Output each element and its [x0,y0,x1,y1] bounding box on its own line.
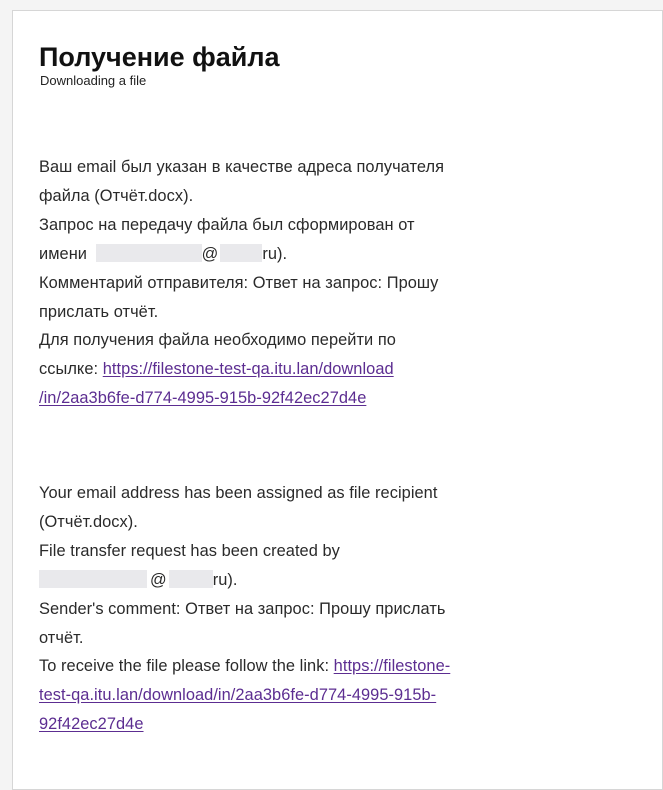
en-download-link[interactable]: https://filestone- [334,657,451,675]
en-download-link-end[interactable]: 92f42ec27d4e [39,715,144,733]
redacted-email-user [95,243,202,262]
en-line-instruction: To receive the file please follow the li… [39,652,649,681]
ru-download-link-cont[interactable]: /in/2aa3b6fe-d774-4995-915b-92f42ec27d4e [39,389,366,407]
en-line-recipient: Your email address has been assigned as … [39,484,438,502]
redacted-email-user [39,569,147,588]
email-body: Получение файла Downloading a file Ваш e… [39,41,649,733]
en-line-sender: @ ru). [39,566,649,595]
en-sender-suffix: ru). [212,570,238,589]
ru-line-comment: Комментарий отправителя: Ответ на запрос… [39,273,439,292]
ru-line-sender: имени @ ru). [39,240,649,269]
redacted-email-domain [220,243,263,262]
email-message-card: Получение файла Downloading a file Ваш e… [12,10,663,790]
ru-line-recipient: Ваш email был указан в качестве адреса п… [39,158,444,176]
ru-line-request: Запрос на передачу файла был сформирован… [39,215,415,234]
english-message: Your email address has been assigned as … [39,479,649,739]
ru-line-instruction: Для получения файла необходимо перейти п… [39,331,396,350]
en-line-comment: Sender's comment: Ответ на запрос: Прошу… [39,599,446,618]
ru-line-file: файла (Отчёт.docx). [39,186,194,205]
ru-link-prefix: ссылке: [39,360,99,379]
page-subtitle: Downloading a file [40,73,147,88]
page-title: Получение файла [39,42,280,72]
ru-line-link: ссылке: https://filestone-test-qa.itu.la… [39,355,649,384]
russian-message: Ваш email был указан в качестве адреса п… [39,153,649,413]
en-line-comment-cont: отчёт. [39,628,84,647]
en-link-prefix: To receive the file please follow the li… [39,657,330,676]
en-line-request: File transfer request has been created b… [39,541,340,560]
ru-download-link[interactable]: https://filestone-test-qa.itu.lan/downlo… [103,360,394,378]
ru-sender-at: @ [201,244,219,263]
en-sender-at: @ [150,570,167,589]
ru-line-comment-cont: прислать отчёт. [39,302,159,321]
redacted-email-domain [168,569,213,588]
ru-line-link-cont: /in/2aa3b6fe-d774-4995-915b-92f42ec27d4e [39,384,649,413]
en-download-link-cont[interactable]: test-qa.itu.lan/download/in/2aa3b6fe-d77… [39,686,436,704]
en-line-link-cont: test-qa.itu.lan/download/in/2aa3b6fe-d77… [39,681,649,710]
ru-sender-suffix: ru). [262,244,288,263]
en-line-link-end: 92f42ec27d4e [39,710,649,739]
en-line-file: (Отчёт.docx). [39,512,138,531]
ru-sender-prefix: имени [39,244,87,263]
